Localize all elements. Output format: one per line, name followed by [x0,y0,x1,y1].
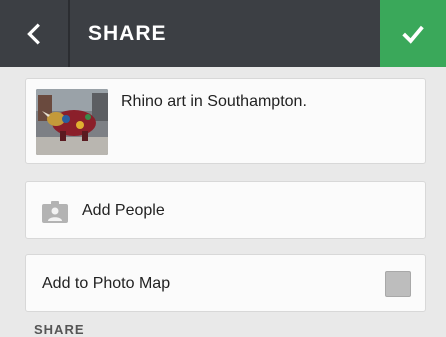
add-people-label: Add People [82,202,165,219]
back-button[interactable] [0,0,70,67]
photo-map-label: Add to Photo Map [42,275,171,292]
share-section-header: SHARE [34,322,85,337]
caption-card[interactable]: Rhino art in Southampton. [25,78,426,164]
page-title: SHARE [88,22,167,45]
photo-thumbnail[interactable] [36,89,108,155]
top-app-bar: SHARE [0,0,446,67]
add-to-photo-map-row[interactable]: Add to Photo Map [25,254,426,312]
confirm-share-button[interactable] [380,0,446,67]
checkmark-icon [402,25,424,44]
rhino-photo-image [36,89,108,155]
add-people-row[interactable]: Add People [25,181,426,239]
caption-text[interactable]: Rhino art in Southampton. [121,93,307,111]
photo-map-checkbox[interactable] [385,271,411,297]
person-tag-icon [42,201,68,223]
chevron-left-icon [27,22,40,45]
